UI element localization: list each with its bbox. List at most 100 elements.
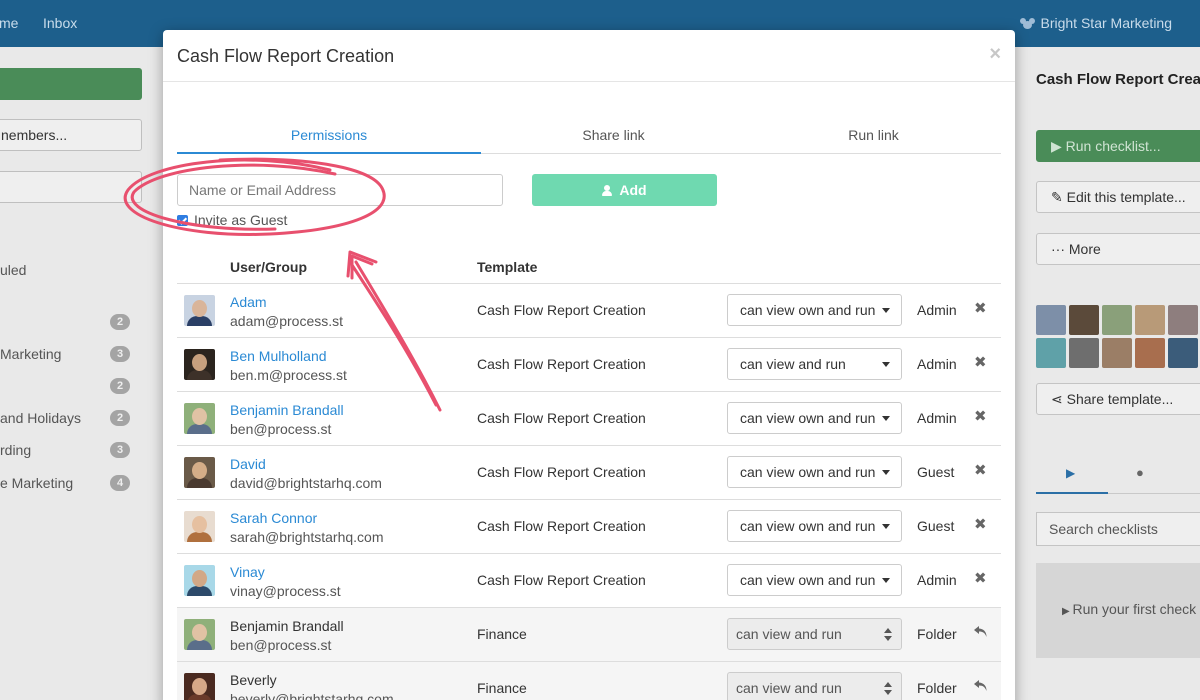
user-email: ben@process.st bbox=[230, 637, 332, 653]
user-name-link[interactable]: Adam bbox=[230, 294, 267, 310]
add-button[interactable]: Add bbox=[532, 174, 717, 206]
edit-template-button[interactable]: ✎ Edit this template... bbox=[1036, 181, 1200, 213]
remove-icon[interactable]: ✖ bbox=[974, 299, 987, 317]
permissions-table: Adam adam@process.st Cash Flow Report Cr… bbox=[177, 284, 1001, 700]
select-arrows-icon bbox=[884, 682, 892, 696]
permission-dropdown[interactable]: can view own and run bbox=[727, 402, 902, 434]
left-folder-item[interactable]: uled bbox=[0, 262, 26, 278]
user-email: beverly@brightstarhq.com bbox=[230, 691, 394, 700]
role-label: Folder bbox=[917, 626, 957, 642]
invite-guest-checkbox[interactable] bbox=[177, 214, 188, 226]
tab-permissions[interactable]: Permissions bbox=[177, 127, 481, 143]
close-icon[interactable]: × bbox=[989, 43, 1001, 66]
undo-icon[interactable] bbox=[973, 679, 989, 693]
name-or-email-input[interactable] bbox=[177, 174, 503, 206]
role-label: Admin bbox=[917, 356, 957, 372]
remove-icon[interactable]: ✖ bbox=[974, 569, 987, 587]
folder-count-badge: 4 bbox=[110, 475, 130, 491]
permission-dropdown[interactable]: can view own and run bbox=[727, 456, 902, 488]
remove-icon[interactable]: ✖ bbox=[974, 515, 987, 533]
avatar bbox=[184, 673, 215, 700]
play-icon: ▶ bbox=[1051, 138, 1066, 154]
permission-dropdown[interactable]: can view own and run bbox=[727, 564, 902, 596]
role-label: Admin bbox=[917, 410, 957, 426]
active-tab-underline bbox=[177, 152, 481, 154]
user-email: ben@process.st bbox=[230, 421, 332, 437]
user-email: adam@process.st bbox=[230, 313, 344, 329]
permission-dropdown[interactable]: can view own and run bbox=[727, 510, 902, 542]
user-name-link[interactable]: Vinay bbox=[230, 564, 265, 580]
row-template: Cash Flow Report Creation bbox=[477, 356, 646, 372]
user-name-link[interactable]: Benjamin Brandall bbox=[230, 402, 344, 418]
modal-tabs: Permissions Share link Run link bbox=[177, 122, 1001, 154]
user-email: david@brightstarhq.com bbox=[230, 475, 382, 491]
nav-inbox-link[interactable]: Inbox bbox=[43, 15, 77, 31]
row-template: Cash Flow Report Creation bbox=[477, 410, 646, 426]
avatar bbox=[184, 565, 215, 596]
pencil-icon: ✎ bbox=[1051, 189, 1067, 205]
role-label: Admin bbox=[917, 302, 957, 318]
table-row: Adam adam@process.st Cash Flow Report Cr… bbox=[177, 284, 1001, 338]
left-folder-item[interactable]: and Holidays bbox=[0, 410, 81, 426]
row-template: Cash Flow Report Creation bbox=[477, 464, 646, 480]
right-sidebar-tabs: ▶ ● bbox=[1036, 456, 1200, 494]
table-row: Benjamin Brandall ben@process.st Cash Fl… bbox=[177, 392, 1001, 446]
avatar bbox=[184, 403, 215, 434]
empty-state: ▶ Run your first check bbox=[1036, 563, 1200, 658]
user-name: Benjamin Brandall bbox=[230, 618, 344, 634]
share-template-button[interactable]: ⋖ Share template... bbox=[1036, 383, 1200, 415]
users-icon bbox=[1019, 17, 1036, 29]
table-row: Beverly beverly@brightstarhq.com Finance… bbox=[177, 662, 1001, 700]
org-switcher[interactable]: Bright Star Marketing bbox=[1019, 15, 1172, 31]
row-template: Finance bbox=[477, 680, 527, 696]
user-email: ben.m@process.st bbox=[230, 367, 347, 383]
play-icon: ▶ bbox=[1062, 606, 1073, 617]
user-name-link[interactable]: Ben Mulholland bbox=[230, 348, 327, 364]
left-primary-button[interactable] bbox=[0, 68, 142, 100]
nav-home-link[interactable]: me bbox=[0, 15, 18, 31]
left-folder-item[interactable]: e Marketing bbox=[0, 475, 73, 491]
more-button[interactable]: ··· More bbox=[1036, 233, 1200, 265]
remove-icon[interactable]: ✖ bbox=[974, 461, 987, 479]
tab-share-link[interactable]: Share link bbox=[481, 127, 746, 143]
play-tab-icon[interactable]: ▶ bbox=[1066, 466, 1075, 480]
comments-tab-icon[interactable]: ● bbox=[1136, 465, 1144, 480]
avatar bbox=[184, 457, 215, 488]
permission-dropdown[interactable]: can view own and run bbox=[727, 294, 902, 326]
tab-run-link[interactable]: Run link bbox=[746, 127, 1001, 143]
table-row: Vinay vinay@process.st Cash Flow Report … bbox=[177, 554, 1001, 608]
role-label: Folder bbox=[917, 680, 957, 696]
row-template: Cash Flow Report Creation bbox=[477, 302, 646, 318]
left-folder-item[interactable]: rding bbox=[0, 442, 31, 458]
search-checklists-input[interactable]: Search checklists bbox=[1036, 512, 1200, 546]
caret-down-icon bbox=[882, 308, 890, 313]
template-header: Template bbox=[477, 259, 538, 275]
remove-icon[interactable]: ✖ bbox=[974, 353, 987, 371]
add-members-button[interactable]: nembers... bbox=[0, 119, 142, 151]
left-search-input[interactable] bbox=[0, 171, 142, 203]
undo-icon[interactable] bbox=[973, 625, 989, 639]
table-row: Sarah Connor sarah@brightstarhq.com Cash… bbox=[177, 500, 1001, 554]
remove-icon[interactable]: ✖ bbox=[974, 407, 987, 425]
left-folder-item[interactable]: Marketing bbox=[0, 346, 61, 362]
avatar bbox=[184, 295, 215, 326]
caret-down-icon bbox=[882, 362, 890, 367]
user-name-link[interactable]: David bbox=[230, 456, 266, 472]
permission-select-disabled: can view and run bbox=[727, 672, 902, 700]
permissions-modal: Cash Flow Report Creation × Permissions … bbox=[163, 30, 1015, 700]
row-template: Cash Flow Report Creation bbox=[477, 518, 646, 534]
role-label: Guest bbox=[917, 518, 955, 534]
table-row: Benjamin Brandall ben@process.st Finance… bbox=[177, 608, 1001, 662]
select-arrows-icon bbox=[884, 628, 892, 642]
avatar bbox=[184, 511, 215, 542]
user-email: sarah@brightstarhq.com bbox=[230, 529, 384, 545]
user-name-link[interactable]: Sarah Connor bbox=[230, 510, 317, 526]
row-template: Cash Flow Report Creation bbox=[477, 572, 646, 588]
run-checklist-button[interactable]: ▶ Run checklist... bbox=[1036, 130, 1200, 162]
ellipsis-icon: ··· bbox=[1051, 241, 1069, 257]
user-name: Beverly bbox=[230, 672, 277, 688]
invite-guest-checkbox-row[interactable]: Invite as Guest bbox=[177, 212, 287, 228]
share-icon: ⋖ bbox=[1051, 391, 1067, 407]
permission-dropdown[interactable]: can view and run bbox=[727, 348, 902, 380]
caret-down-icon bbox=[882, 416, 890, 421]
